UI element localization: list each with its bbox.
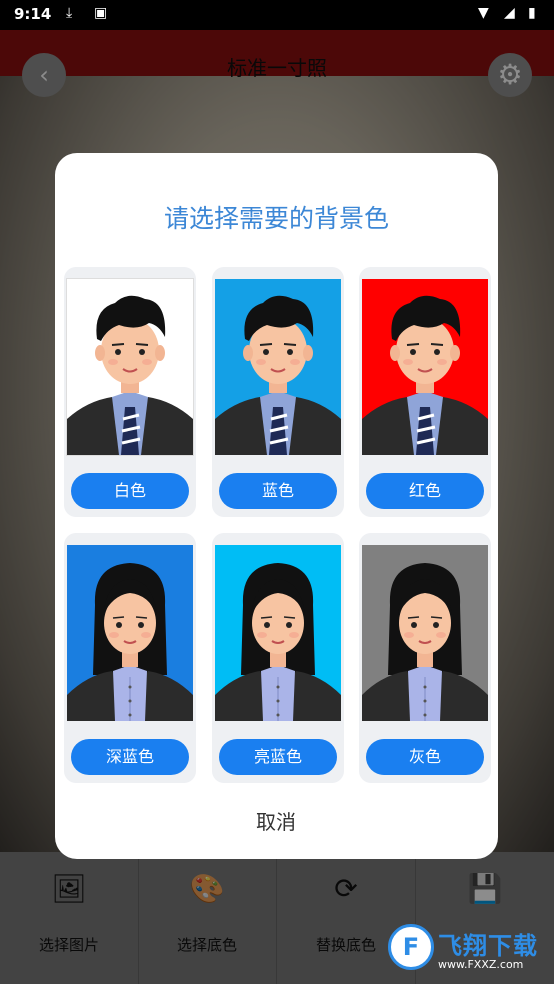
option-button-blue[interactable]: 蓝色 xyxy=(219,473,337,509)
color-option-blue[interactable]: 蓝色 xyxy=(212,267,344,517)
cancel-button[interactable]: 取消 xyxy=(226,804,326,840)
signal-icon: ◢ xyxy=(504,5,515,21)
female-portrait-gray xyxy=(362,545,488,721)
option-button-dark-blue[interactable]: 深蓝色 xyxy=(71,739,189,775)
wifi-icon: ▼ xyxy=(478,5,489,21)
color-option-red[interactable]: 红色 xyxy=(359,267,491,517)
notification-icon: ▣ xyxy=(94,5,108,21)
male-portrait-white xyxy=(66,278,194,456)
color-option-white[interactable]: 白色 xyxy=(64,267,196,517)
color-option-gray[interactable]: 灰色 xyxy=(359,533,491,783)
battery-icon: ▮ xyxy=(528,5,536,21)
male-portrait-red xyxy=(362,279,488,455)
option-button-light-blue[interactable]: 亮蓝色 xyxy=(219,739,337,775)
color-option-light-blue[interactable]: 亮蓝色 xyxy=(212,533,344,783)
watermark: F 飞翔下载 www.FXXZ.com xyxy=(386,922,546,976)
watermark-text: 飞翔下载 xyxy=(438,932,538,960)
background-color-dialog: 请选择需要的背景色 白色 蓝色 红色 深蓝色 亮蓝色 灰色 取消 xyxy=(55,153,498,859)
female-portrait-light-blue xyxy=(215,545,341,721)
status-bar: 9:14 ⤓ ▣ ▼ ◢ ▮ xyxy=(0,0,554,30)
female-portrait-dark-blue xyxy=(67,545,193,721)
watermark-url: www.FXXZ.com xyxy=(438,958,524,971)
color-option-dark-blue[interactable]: 深蓝色 xyxy=(64,533,196,783)
option-button-red[interactable]: 红色 xyxy=(366,473,484,509)
option-button-gray[interactable]: 灰色 xyxy=(366,739,484,775)
male-portrait-blue xyxy=(215,279,341,455)
dialog-title: 请选择需要的背景色 xyxy=(163,204,389,233)
download-icon: ⤓ xyxy=(66,5,73,21)
option-button-white[interactable]: 白色 xyxy=(71,473,189,509)
status-time: 9:14 xyxy=(14,5,52,23)
watermark-logo: F xyxy=(388,924,434,970)
